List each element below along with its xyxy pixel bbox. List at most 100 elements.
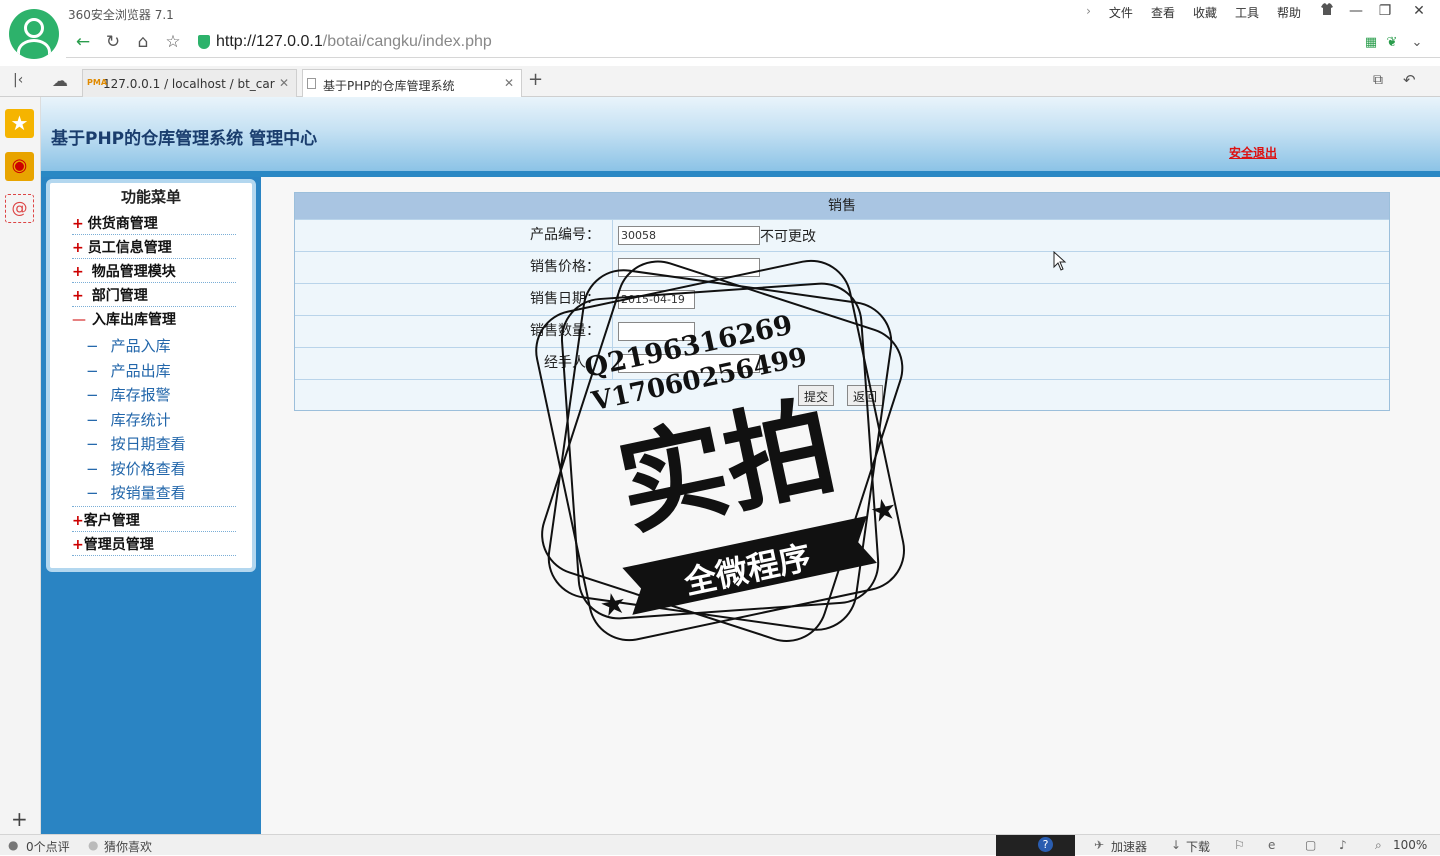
close-button[interactable]: ✕ xyxy=(1406,2,1432,22)
menu-customer[interactable]: +客户管理 xyxy=(72,510,236,532)
title-bar: 360安全浏览器 7.1 › 文件 查看 收藏 工具 帮助 — ❐ ✕ xyxy=(0,0,1440,28)
menu-expand-icon[interactable]: › xyxy=(1077,4,1100,21)
zoom-icon: ⌕ xyxy=(1375,838,1382,852)
form-row-actions: 提交 返回 xyxy=(295,379,1389,411)
menu-favorites[interactable]: 收藏 xyxy=(1184,4,1226,21)
price-input[interactable] xyxy=(618,258,760,277)
cloud-icon[interactable]: ☁ xyxy=(52,71,68,90)
home-icon[interactable]: ⌂ xyxy=(130,30,156,56)
form-title: 销售 xyxy=(295,193,1389,219)
submenu-stock-in[interactable]: − 产品入库 xyxy=(86,335,171,356)
page-header: 基于PHP的仓库管理系统 管理中心 安全退出 xyxy=(41,97,1440,177)
form-row-quantity: 销售数量： xyxy=(295,315,1389,347)
form-row-product-id: 产品编号： 30058 不可更改 xyxy=(295,219,1389,251)
keyboard-widget[interactable] xyxy=(996,835,1075,856)
status-guess[interactable]: 猜你喜欢 xyxy=(104,838,152,855)
handler-input[interactable] xyxy=(618,354,760,373)
tab-phpmyadmin[interactable]: PMA 127.0.0.1 / localhost / bt_car ✕ xyxy=(82,69,297,97)
status-bar: ● 0个点评 ● 猜你喜欢 ? ✈ 加速器 ↓ 下载 ⚐ e ▢ ♪ ⌕ 100… xyxy=(0,834,1440,856)
tab-bar: |‹ ☁ PMA 127.0.0.1 / localhost / bt_car … xyxy=(0,66,1440,98)
product-id-input[interactable]: 30058 xyxy=(618,226,760,245)
submenu-stock-out[interactable]: − 产品出库 xyxy=(86,360,171,381)
function-menu: 功能菜单 + 供货商管理 + 员工信息管理 + 物品管理模块 + 部门管理 — 入库出库管… xyxy=(46,179,256,572)
favorites-star-icon[interactable]: ★ xyxy=(5,109,34,138)
status-download[interactable]: 下载 xyxy=(1186,838,1210,855)
flag-icon[interactable]: ⚐ xyxy=(1234,838,1245,852)
add-sidebar-icon[interactable]: + xyxy=(11,807,28,831)
tab-warehouse[interactable]: 基于PHP的仓库管理系统 ✕ xyxy=(302,69,522,98)
security-shield-icon[interactable] xyxy=(198,35,210,49)
help-icon[interactable]: ? xyxy=(1038,837,1053,852)
url-field[interactable]: http://127.0.0.1/botai/cangku/index.php xyxy=(216,33,492,51)
menu-supplier[interactable]: + 供货商管理 xyxy=(72,213,236,235)
date-label: 销售日期： xyxy=(295,284,613,315)
minimize-button[interactable]: — xyxy=(1343,2,1369,22)
submenu-by-date[interactable]: − 按日期查看 xyxy=(86,433,186,454)
star-icon[interactable]: ☆ xyxy=(160,30,186,56)
ie-icon[interactable]: e xyxy=(1268,838,1275,852)
product-id-label: 产品编号： xyxy=(295,220,613,251)
address-divider xyxy=(66,57,1440,58)
status-accelerator[interactable]: 加速器 xyxy=(1111,838,1147,855)
menu-admin[interactable]: +管理员管理 xyxy=(72,534,236,556)
logout-link[interactable]: 安全退出 xyxy=(1229,144,1277,161)
menu-help[interactable]: 帮助 xyxy=(1268,4,1310,21)
restore-tab-icon[interactable]: ⧉ xyxy=(1373,72,1383,88)
like-icon: ● xyxy=(88,838,99,852)
shirt-icon[interactable] xyxy=(1314,2,1340,22)
phpmyadmin-icon: PMA xyxy=(87,78,108,87)
tab-label: 基于PHP的仓库管理系统 xyxy=(323,79,455,93)
menu-tools[interactable]: 工具 xyxy=(1226,4,1268,21)
menu-department[interactable]: + 部门管理 xyxy=(72,285,236,307)
accelerator-icon: ✈ xyxy=(1094,838,1105,852)
new-tab-button[interactable]: + xyxy=(528,69,543,90)
menu-divider xyxy=(72,506,236,507)
weibo-icon[interactable]: ◉ xyxy=(5,152,34,181)
menu-file[interactable]: 文件 xyxy=(1100,4,1142,21)
mouse-cursor-icon xyxy=(1053,250,1067,275)
back-arrow-icon[interactable]: ← xyxy=(70,30,96,56)
date-input[interactable]: 2015-04-19 xyxy=(618,290,695,309)
price-label: 销售价格： xyxy=(295,252,613,283)
product-id-note: 不可更改 xyxy=(760,229,816,245)
submenu-by-sales[interactable]: − 按销量查看 xyxy=(86,482,186,503)
sales-form: 销售 产品编号： 30058 不可更改 销售价格： 销售日期： 2015-04-… xyxy=(294,192,1390,411)
status-zoom[interactable]: 100% xyxy=(1393,838,1427,852)
url-path: /botai/cangku/index.php xyxy=(322,33,492,50)
window-icon[interactable]: ▢ xyxy=(1305,838,1316,852)
back-button[interactable]: 返回 xyxy=(847,385,884,406)
chevron-down-icon[interactable]: ⌄ xyxy=(1404,30,1430,56)
tab-close-icon[interactable]: ✕ xyxy=(279,76,289,90)
volume-icon[interactable]: ♪ xyxy=(1339,838,1347,852)
handler-label: 经手人： xyxy=(295,348,613,379)
leaf-icon[interactable]: ❦ xyxy=(1379,30,1405,56)
undo-close-icon[interactable]: ↶ xyxy=(1403,71,1416,89)
download-icon: ↓ xyxy=(1171,838,1182,852)
comment-icon: ● xyxy=(8,838,19,852)
status-comments[interactable]: 0个点评 xyxy=(26,838,70,855)
address-bar: ← ↻ ⌂ ☆ http://127.0.0.1/botai/cangku/in… xyxy=(66,30,1436,56)
menu-goods[interactable]: + 物品管理模块 xyxy=(72,261,236,283)
restore-button[interactable]: ❐ xyxy=(1372,2,1398,22)
submenu-stock-stats[interactable]: − 库存统计 xyxy=(86,409,171,430)
quantity-input[interactable] xyxy=(618,322,695,341)
form-row-handler: 经手人： xyxy=(295,347,1389,379)
mail-icon[interactable]: @ xyxy=(5,194,34,223)
menu-stock-inout[interactable]: — 入库出库管理 xyxy=(72,309,236,331)
refresh-icon[interactable]: ↻ xyxy=(100,30,126,56)
app-title: 360安全浏览器 7.1 xyxy=(68,8,174,22)
system-title: 基于PHP的仓库管理系统 管理中心 xyxy=(51,129,318,149)
user-avatar-icon[interactable] xyxy=(9,9,59,59)
menu-employee[interactable]: + 员工信息管理 xyxy=(72,237,236,259)
form-row-date: 销售日期： 2015-04-19 xyxy=(295,283,1389,315)
submit-button[interactable]: 提交 xyxy=(798,385,835,406)
submenu-by-price[interactable]: − 按价格查看 xyxy=(86,458,186,479)
tab-label: 127.0.0.1 / localhost / bt_car xyxy=(103,77,275,91)
menu-view[interactable]: 查看 xyxy=(1142,4,1184,21)
page-icon xyxy=(307,78,316,89)
tab-close-icon[interactable]: ✕ xyxy=(504,76,514,90)
submenu-stock-alert[interactable]: − 库存报警 xyxy=(86,384,171,405)
sidebar-toggle-icon[interactable]: |‹ xyxy=(13,72,23,88)
page-content: 基于PHP的仓库管理系统 管理中心 安全退出 功能菜单 + 供货商管理 + 员工信息… xyxy=(41,97,1440,834)
form-row-price: 销售价格： xyxy=(295,251,1389,283)
